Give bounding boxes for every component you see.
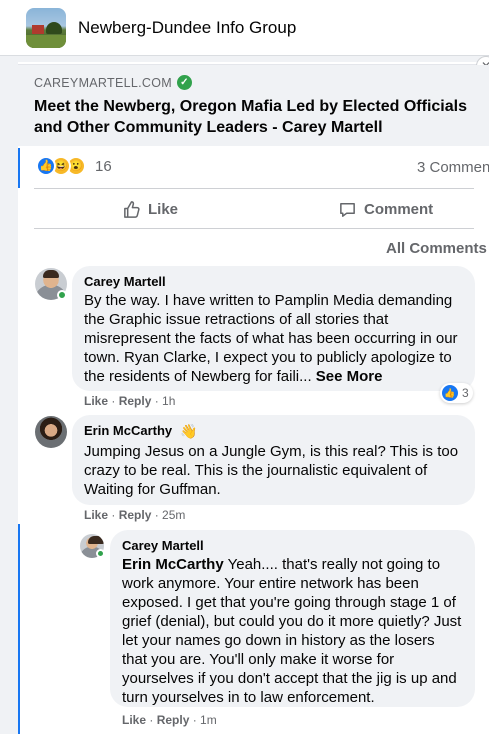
comment-meta: Like · Reply · 1h — [84, 394, 176, 408]
comment-text: By the way. I have written to Pamplin Me… — [84, 291, 463, 386]
comment-meta: Like · Reply · 25m — [84, 508, 186, 522]
divider — [34, 228, 474, 229]
comments-count-link[interactable]: 3 Comments — [417, 159, 489, 176]
divider — [34, 188, 474, 189]
comment-button[interactable]: Comment — [338, 196, 433, 222]
comment-like-link[interactable]: Like — [84, 508, 108, 522]
group-name[interactable]: Newberg-Dundee Info Group — [78, 18, 296, 38]
link-domain: CAREYMARTELL.COM — [34, 75, 172, 90]
like-button-label: Like — [148, 200, 179, 218]
wave-hand-icon: 👋 — [180, 423, 198, 440]
focus-rail — [18, 524, 20, 734]
link-title[interactable]: Meet the Newberg, Oregon Mafia Led by El… — [34, 96, 484, 138]
group-header[interactable]: Newberg-Dundee Info Group — [0, 0, 489, 56]
comment-like-link[interactable]: Like — [122, 713, 146, 727]
comment-text: Erin McCarthy Yeah.... that's really not… — [122, 555, 463, 707]
comment-timestamp[interactable]: 1h — [162, 394, 175, 408]
comment-timestamp[interactable]: 1m — [200, 713, 217, 727]
comment-reply-link[interactable]: Reply — [119, 394, 152, 408]
facebook-post-view: Newberg-Dundee Info Group ✕ CAREYMARTELL… — [0, 0, 489, 734]
avatar[interactable] — [35, 416, 67, 448]
comment-body: Yeah.... that's really not going to work… — [122, 556, 462, 706]
comment-author[interactable]: Carey Martell — [84, 274, 463, 289]
comment-author[interactable]: Carey Martell — [122, 538, 463, 553]
online-status-dot — [96, 549, 105, 558]
comment-meta: Like · Reply · 1m — [122, 713, 217, 727]
verified-check-icon: ✓ — [176, 75, 192, 90]
thumbnail-trees — [46, 21, 62, 34]
reaction-count: 16 — [95, 157, 112, 175]
comment-reaction-badge[interactable]: 👍 3 — [440, 383, 473, 403]
online-status-dot — [57, 290, 67, 300]
like-button[interactable]: Like — [122, 196, 178, 222]
comment-author-row: Erin McCarthy 👋 — [84, 423, 463, 440]
thumbnail-barn — [32, 24, 44, 34]
see-more-link[interactable]: See More — [316, 368, 383, 385]
comment-like-link[interactable]: Like — [84, 394, 108, 408]
like-reaction-icon: 👍 — [36, 156, 56, 176]
comment-timestamp[interactable]: 25m — [162, 508, 185, 522]
comments-filter-dropdown[interactable]: All Comments — [386, 240, 487, 257]
comment-author[interactable]: Erin McCarthy — [84, 423, 172, 438]
comment-bubble: Carey Martell By the way. I have written… — [72, 266, 475, 391]
group-thumbnail[interactable] — [26, 7, 66, 48]
comment-bubble: Erin McCarthy 👋 Jumping Jesus on a Jungle… — [72, 415, 475, 505]
comment-button-label: Comment — [364, 200, 434, 218]
thumbs-up-icon — [124, 200, 140, 218]
like-reaction-icon: 👍 — [442, 385, 458, 401]
comment-reply-link[interactable]: Reply — [157, 713, 190, 727]
comment-reply-link[interactable]: Reply — [119, 508, 152, 522]
link-preview[interactable]: CAREYMARTELL.COM ✓ Meet the Newberg, Ore… — [18, 65, 489, 146]
comment-reaction-count: 3 — [462, 386, 469, 400]
reactions-summary[interactable]: 👍 😆 😮 16 — [36, 156, 112, 176]
comment-text: Jumping Jesus on a Jungle Gym, is this r… — [84, 443, 459, 499]
reply-bubble: Carey Martell Erin McCarthy Yeah.... tha… — [110, 530, 475, 707]
focus-rail — [18, 148, 20, 188]
mention-link[interactable]: Erin McCarthy — [122, 556, 224, 573]
link-domain-row: CAREYMARTELL.COM ✓ — [34, 75, 489, 90]
comment-body: By the way. I have written to Pamplin Me… — [84, 292, 458, 385]
comment-bubble-icon — [340, 202, 355, 217]
thumbnail-field — [26, 34, 66, 48]
